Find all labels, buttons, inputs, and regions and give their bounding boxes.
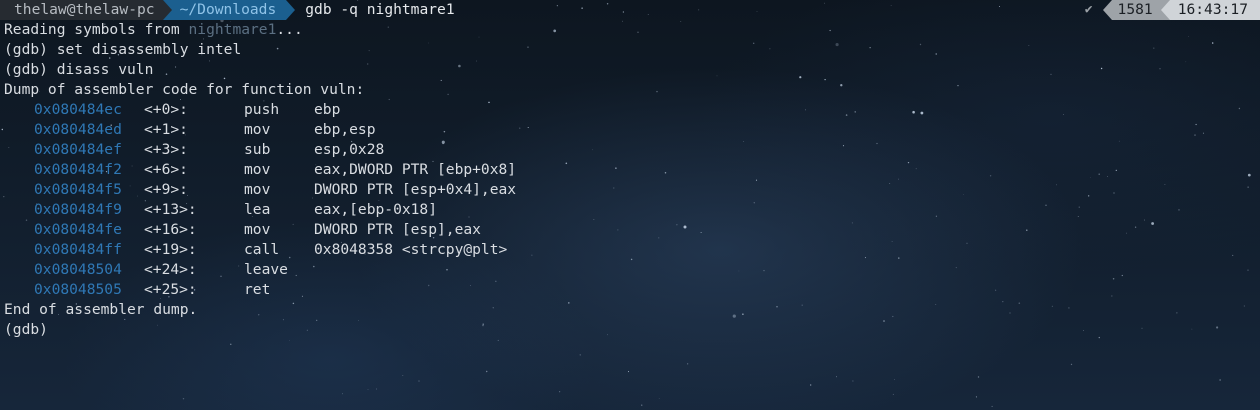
asm-address: 0x080484fe — [34, 221, 122, 238]
asm-address: 0x080484f2 — [34, 161, 122, 178]
history-number: 1581 — [1111, 0, 1161, 20]
status-separator-arrow — [1160, 0, 1170, 20]
asm-operands: eax,DWORD PTR [ebp+0x8] — [314, 161, 517, 178]
asm-address: 0x080484ef — [34, 141, 122, 158]
asm-mnemonic: sub — [244, 141, 271, 158]
reading-suffix: ... — [276, 21, 303, 38]
output-line-reading: Reading symbols from nightmare1... — [0, 20, 1260, 40]
asm-offset: <+6>: — [144, 161, 188, 178]
asm-row: 0x080484fe <+16>: mov DWORD PTR [esp],eax — [0, 220, 1260, 240]
prompt-separator-arrow — [162, 0, 172, 20]
reading-prefix: Reading symbols from — [4, 21, 189, 38]
asm-mnemonic: leave — [244, 261, 288, 278]
prompt-path-segment: ~/Downloads — [171, 0, 287, 20]
success-check-icon: ✔ — [1084, 2, 1093, 17]
asm-mnemonic: push — [244, 101, 280, 118]
asm-offset: <+19>: — [144, 241, 197, 258]
prompt-command: gdb -q nightmare1 — [305, 1, 455, 18]
asm-operands: esp,0x28 — [314, 141, 385, 158]
asm-row: 0x080484ed <+1>: mov ebp,esp — [0, 120, 1260, 140]
asm-offset: <+0>: — [144, 101, 188, 118]
asm-mnemonic: mov — [244, 181, 271, 198]
asm-mnemonic: mov — [244, 221, 271, 238]
asm-operands: ebp — [314, 101, 341, 118]
reading-file: nightmare1 — [188, 21, 277, 38]
asm-offset: <+24>: — [144, 261, 197, 278]
asm-mnemonic: call — [244, 241, 280, 258]
clock-time: 16:43:17 — [1169, 0, 1260, 20]
asm-row: 0x080484ef <+3>: sub esp,0x28 — [0, 140, 1260, 160]
asm-address: 0x080484f5 — [34, 181, 122, 198]
asm-operands: ebp,esp — [314, 121, 376, 138]
asm-address: 0x08048504 — [34, 261, 122, 278]
asm-offset: <+25>: — [144, 281, 197, 298]
dump-footer: End of assembler dump. — [4, 301, 198, 318]
gdb-command-line: (gdb) disass vuln — [4, 61, 154, 78]
asm-operands: DWORD PTR [esp],eax — [314, 221, 481, 238]
asm-mnemonic: mov — [244, 161, 271, 178]
prompt-user-segment: thelaw@thelaw-pc — [0, 0, 163, 20]
asm-address: 0x080484ed — [34, 121, 122, 138]
asm-row: 0x08048504 <+24>: leave — [0, 260, 1260, 280]
asm-mnemonic: ret — [244, 281, 271, 298]
shell-prompt: thelaw@thelaw-pc ~/Downloads gdb -q nigh… — [0, 0, 1260, 20]
asm-address: 0x08048505 — [34, 281, 122, 298]
terminal-window[interactable]: thelaw@thelaw-pc ~/Downloads gdb -q nigh… — [0, 0, 1260, 410]
asm-mnemonic: lea — [244, 201, 271, 218]
prompt-right-status: ✔ 1581 16:43:17 — [1085, 0, 1260, 20]
asm-row: 0x080484f9 <+13>: lea eax,[ebp-0x18] — [0, 200, 1260, 220]
asm-address: 0x080484ec — [34, 101, 122, 118]
asm-row: 0x08048505 <+25>: ret — [0, 280, 1260, 300]
asm-mnemonic: mov — [244, 121, 271, 138]
asm-row: 0x080484f2 <+6>: mov eax,DWORD PTR [ebp+0x8… — [0, 160, 1260, 180]
asm-offset: <+13>: — [144, 201, 197, 218]
asm-offset: <+16>: — [144, 221, 197, 238]
gdb-final-prompt: (gdb) — [4, 321, 48, 338]
asm-operands: 0x8048358 <strcpy@plt> — [314, 241, 508, 258]
asm-offset: <+3>: — [144, 141, 188, 158]
asm-address: 0x080484ff — [34, 241, 122, 258]
asm-row: 0x080484ff <+19>: call 0x8048358 <strcpy@pl… — [0, 240, 1260, 260]
disassembly-listing: 0x080484ec <+0>: push ebp 0x080484ed <+1>: mov… — [0, 100, 1260, 300]
asm-row: 0x080484ec <+0>: push ebp — [0, 100, 1260, 120]
prompt-separator-arrow — [286, 0, 296, 20]
asm-operands: eax,[ebp-0x18] — [314, 201, 438, 218]
status-separator-arrow — [1102, 0, 1112, 20]
asm-row: 0x080484f5 <+9>: mov DWORD PTR [esp+0x4],ea… — [0, 180, 1260, 200]
asm-operands: DWORD PTR [esp+0x4],eax — [314, 181, 517, 198]
dump-header: Dump of assembler code for function vuln… — [4, 81, 365, 98]
asm-offset: <+9>: — [144, 181, 188, 198]
asm-address: 0x080484f9 — [34, 201, 122, 218]
gdb-command-line: (gdb) set disassembly intel — [4, 41, 242, 58]
asm-offset: <+1>: — [144, 121, 188, 138]
